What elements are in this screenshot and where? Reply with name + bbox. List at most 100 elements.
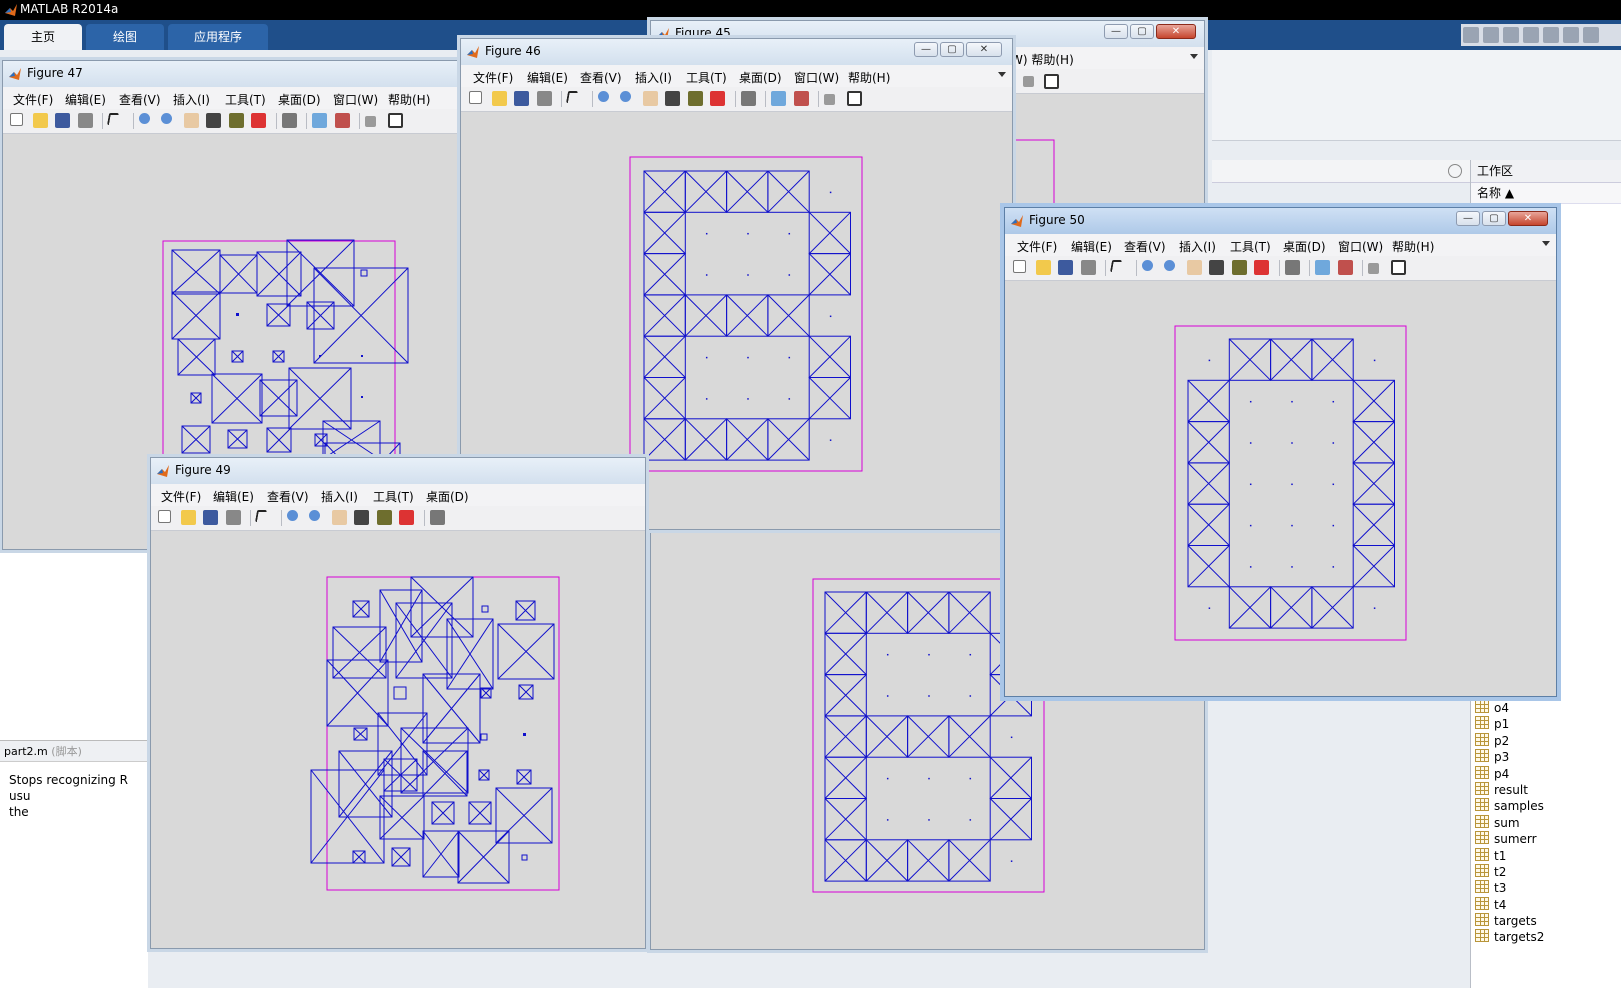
rotate-3d-icon[interactable] bbox=[1209, 260, 1224, 275]
data-cursor-icon[interactable] bbox=[376, 510, 392, 525]
editor-file-tab[interactable]: part2.m (脚本) bbox=[0, 740, 148, 762]
zoom-in-icon[interactable] bbox=[597, 91, 609, 102]
workspace-variable[interactable]: p3 bbox=[1471, 749, 1621, 765]
pointer-icon[interactable] bbox=[106, 113, 120, 125]
copy-icon[interactable] bbox=[1523, 27, 1539, 43]
menu-item[interactable]: 窗口(W) bbox=[794, 69, 839, 86]
link-plot-icon[interactable] bbox=[281, 113, 297, 128]
workspace-variable[interactable]: targets2 bbox=[1471, 929, 1621, 945]
brush-icon[interactable] bbox=[710, 91, 725, 106]
workspace-variable[interactable]: t4 bbox=[1471, 896, 1621, 913]
tab-apps[interactable]: 应用程序 bbox=[168, 24, 268, 50]
workspace-variable[interactable]: result bbox=[1471, 781, 1621, 798]
close-icon[interactable]: ✕ bbox=[966, 42, 1002, 57]
menu-item[interactable]: 编辑(E) bbox=[213, 488, 254, 505]
figure-titlebar[interactable]: Figure 49 bbox=[151, 458, 645, 484]
link-plot-icon[interactable] bbox=[429, 510, 445, 525]
menu-item[interactable]: 桌面(D) bbox=[426, 488, 469, 505]
open-file-icon[interactable] bbox=[1035, 260, 1051, 275]
maximize-icon[interactable]: ▢ bbox=[1130, 24, 1154, 39]
menu-item[interactable]: 窗口(W) bbox=[1338, 238, 1383, 255]
maximize-icon[interactable]: ▢ bbox=[1482, 211, 1506, 226]
workspace-variable[interactable]: p4 bbox=[1471, 765, 1621, 782]
link-plot-icon[interactable] bbox=[1284, 260, 1300, 275]
brush-icon[interactable] bbox=[399, 510, 414, 525]
workspace-name-column[interactable]: 名称 ▲ bbox=[1471, 183, 1621, 204]
cut-icon[interactable] bbox=[1503, 27, 1519, 43]
zoom-out-icon[interactable] bbox=[1164, 260, 1175, 271]
workspace-variable[interactable]: sumerr bbox=[1471, 831, 1621, 847]
pan-hand-icon[interactable] bbox=[183, 113, 199, 128]
print-icon[interactable] bbox=[225, 510, 241, 525]
close-icon[interactable]: ✕ bbox=[1508, 211, 1548, 226]
quick-access-icon[interactable] bbox=[1463, 27, 1479, 43]
data-cursor-icon[interactable] bbox=[687, 91, 703, 106]
menu-item[interactable]: 查看(V) bbox=[580, 69, 622, 86]
legend-icon[interactable] bbox=[793, 91, 809, 106]
chevron-down-icon[interactable] bbox=[998, 72, 1006, 77]
workspace-variable[interactable]: sum bbox=[1471, 814, 1621, 831]
show-plot-tools-icon[interactable] bbox=[387, 113, 403, 128]
menu-item[interactable]: 文件(F) bbox=[473, 69, 513, 86]
chevron-down-icon[interactable] bbox=[1448, 164, 1462, 178]
legend-icon[interactable] bbox=[334, 113, 350, 128]
menu-item[interactable]: 编辑(E) bbox=[527, 69, 568, 86]
workspace-variable[interactable]: p2 bbox=[1471, 732, 1621, 749]
zoom-out-icon[interactable] bbox=[161, 113, 172, 124]
hide-plot-tools-icon[interactable] bbox=[824, 94, 835, 105]
open-file-icon[interactable] bbox=[491, 91, 507, 106]
chevron-down-icon[interactable] bbox=[1542, 241, 1550, 246]
colorbar-icon[interactable] bbox=[312, 113, 327, 128]
minimize-icon[interactable]: — bbox=[1456, 211, 1480, 226]
print-icon[interactable] bbox=[77, 113, 93, 128]
pointer-icon[interactable] bbox=[565, 91, 579, 103]
menu-item[interactable]: 桌面(D) bbox=[1283, 238, 1326, 255]
link-plot-icon[interactable] bbox=[740, 91, 756, 106]
chevron-down-icon[interactable] bbox=[1190, 54, 1198, 59]
workspace-variable[interactable]: t2 bbox=[1471, 863, 1621, 880]
print-icon[interactable] bbox=[536, 91, 552, 106]
show-plot-tools-icon[interactable] bbox=[1044, 74, 1059, 89]
pan-hand-icon[interactable] bbox=[331, 510, 347, 525]
close-icon[interactable]: ✕ bbox=[1156, 24, 1196, 39]
workspace-variable[interactable]: targets bbox=[1471, 913, 1621, 929]
colorbar-icon[interactable] bbox=[1315, 260, 1330, 275]
menu-item[interactable]: 帮助(H) bbox=[388, 91, 430, 108]
figure-titlebar[interactable]: Figure 46 — ▢ ✕ bbox=[461, 39, 1012, 65]
menu-item[interactable]: 编辑(E) bbox=[65, 91, 106, 108]
figure-titlebar[interactable]: Figure 47 bbox=[3, 61, 471, 87]
minimize-icon[interactable]: — bbox=[1104, 24, 1128, 39]
menu-item[interactable]: 文件(F) bbox=[161, 488, 201, 505]
new-figure-icon[interactable] bbox=[469, 91, 482, 104]
workspace-variable[interactable]: p1 bbox=[1471, 716, 1621, 732]
data-cursor-icon[interactable] bbox=[1231, 260, 1247, 275]
menu-item[interactable]: 插入(I) bbox=[321, 488, 358, 505]
zoom-out-icon[interactable] bbox=[620, 91, 631, 102]
brush-icon[interactable] bbox=[251, 113, 266, 128]
workspace-variable[interactable]: t3 bbox=[1471, 880, 1621, 896]
show-plot-tools-icon[interactable] bbox=[1390, 260, 1406, 275]
new-figure-icon[interactable] bbox=[158, 510, 171, 523]
menu-item[interactable]: 插入(I) bbox=[173, 91, 210, 108]
menu-item[interactable]: 文件(F) bbox=[1017, 238, 1057, 255]
save-icon[interactable] bbox=[55, 113, 70, 128]
open-file-icon[interactable] bbox=[32, 113, 48, 128]
save-icon[interactable] bbox=[514, 91, 529, 106]
show-plot-tools-icon[interactable] bbox=[846, 91, 862, 106]
zoom-in-icon[interactable] bbox=[286, 510, 298, 521]
maximize-icon[interactable]: ▢ bbox=[940, 42, 964, 57]
brush-icon[interactable] bbox=[1254, 260, 1269, 275]
menu-item[interactable]: 插入(I) bbox=[1179, 238, 1216, 255]
pointer-icon[interactable] bbox=[254, 510, 268, 522]
undo-icon[interactable] bbox=[1563, 27, 1579, 43]
rotate-3d-icon[interactable] bbox=[665, 91, 680, 106]
legend-icon[interactable] bbox=[1337, 260, 1353, 275]
print-icon[interactable] bbox=[1080, 260, 1096, 275]
save-icon[interactable] bbox=[1058, 260, 1073, 275]
open-file-icon[interactable] bbox=[180, 510, 196, 525]
rotate-3d-icon[interactable] bbox=[354, 510, 369, 525]
figure-49-window[interactable]: Figure 49 文件(F) 编辑(E) 查看(V) 插入(I) 工具(T) 桌面(D) bbox=[150, 457, 646, 949]
pointer-icon[interactable] bbox=[1109, 260, 1123, 272]
workspace-variable[interactable]: t1 bbox=[1471, 847, 1621, 864]
menu-item[interactable]: 编辑(E) bbox=[1071, 238, 1112, 255]
